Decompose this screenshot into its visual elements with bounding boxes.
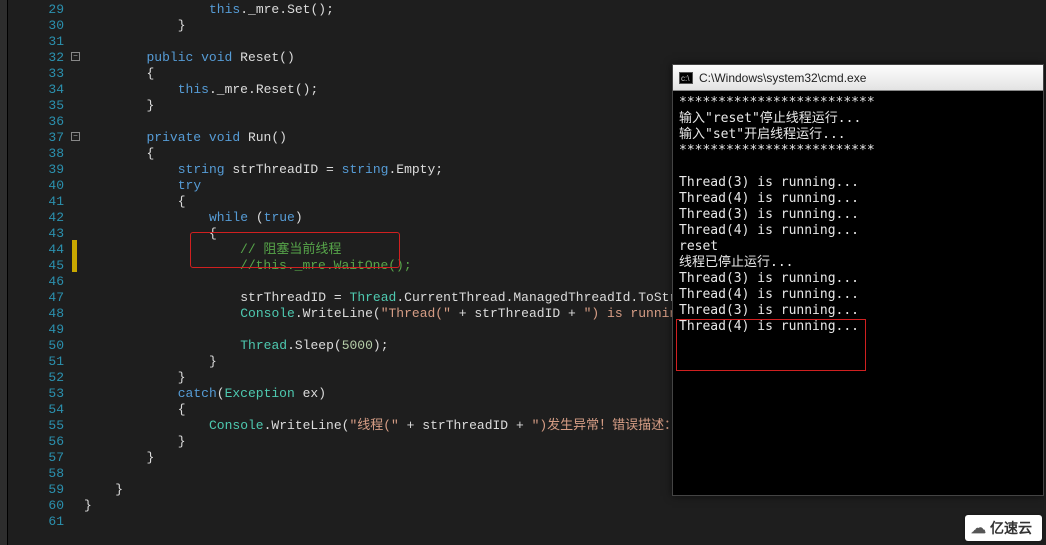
- marker-empty: [70, 80, 84, 96]
- line-number: 47: [8, 290, 70, 306]
- marker-empty: [70, 496, 84, 512]
- marker-empty: [70, 304, 84, 320]
- line-number: 56: [8, 434, 70, 450]
- line-number: 43: [8, 226, 70, 242]
- line-number: 52: [8, 370, 70, 386]
- line-number: 53: [8, 386, 70, 402]
- marker-empty: [70, 64, 84, 80]
- line-number: 44: [8, 242, 70, 258]
- line-number: 39: [8, 162, 70, 178]
- cloud-icon: ☁: [971, 519, 986, 537]
- marker-empty: [70, 16, 84, 32]
- left-rail: [0, 0, 8, 545]
- line-number: 57: [8, 450, 70, 466]
- line-number: 37−: [8, 130, 70, 146]
- line-number: 38: [8, 146, 70, 162]
- marker-empty: [70, 384, 84, 400]
- line-number: 41: [8, 194, 70, 210]
- line-number: 31: [8, 34, 70, 50]
- marker-empty: [70, 288, 84, 304]
- marker-empty: [70, 336, 84, 352]
- marker-empty: [70, 464, 84, 480]
- watermark: ☁ 亿速云: [965, 515, 1042, 541]
- line-number: 34: [8, 82, 70, 98]
- line-number: 30: [8, 18, 70, 34]
- line-number: 50: [8, 338, 70, 354]
- line-number: 33: [8, 66, 70, 82]
- marker-empty: [70, 368, 84, 384]
- line-number: 59: [8, 482, 70, 498]
- line-number: 42: [8, 210, 70, 226]
- marker-column: [70, 0, 84, 545]
- line-number: 29: [8, 2, 70, 18]
- marker-empty: [70, 448, 84, 464]
- marker-empty: [70, 176, 84, 192]
- console-output[interactable]: ************************* 输入"reset"停止线程运…: [673, 91, 1043, 339]
- line-number: 40: [8, 178, 70, 194]
- line-number: 51: [8, 354, 70, 370]
- line-number: 45: [8, 258, 70, 274]
- marker-empty: [70, 512, 84, 528]
- cmd-icon: c:\: [679, 72, 693, 84]
- code-line[interactable]: this._mre.Set();: [84, 2, 1046, 18]
- line-number: 60: [8, 498, 70, 514]
- line-number: 54: [8, 402, 70, 418]
- line-number: 48: [8, 306, 70, 322]
- line-number: 32−: [8, 50, 70, 66]
- code-line[interactable]: }: [84, 498, 1046, 514]
- line-number: 46: [8, 274, 70, 290]
- line-number: 49: [8, 322, 70, 338]
- marker-empty: [70, 160, 84, 176]
- marker-empty: [70, 432, 84, 448]
- change-marker: [72, 240, 77, 256]
- marker-empty: [70, 192, 84, 208]
- console-titlebar[interactable]: c:\ C:\Windows\system32\cmd.exe: [673, 65, 1043, 91]
- line-number: 55: [8, 418, 70, 434]
- code-line[interactable]: [84, 514, 1046, 530]
- marker-empty: [70, 400, 84, 416]
- marker-empty: [70, 416, 84, 432]
- console-window[interactable]: c:\ C:\Windows\system32\cmd.exe ********…: [672, 64, 1044, 496]
- marker-empty: [70, 144, 84, 160]
- marker-empty: [70, 96, 84, 112]
- change-marker: [72, 256, 77, 272]
- line-number-gutter: 29303132−3334353637−38394041424344454647…: [8, 0, 70, 545]
- line-number: 36: [8, 114, 70, 130]
- marker-empty: [70, 32, 84, 48]
- fold-toggle[interactable]: −: [71, 52, 80, 61]
- marker-empty: [70, 272, 84, 288]
- line-number: 61: [8, 514, 70, 530]
- marker-empty: [70, 112, 84, 128]
- marker-empty: [70, 320, 84, 336]
- marker-empty: [70, 0, 84, 16]
- marker-empty: [70, 352, 84, 368]
- fold-toggle[interactable]: −: [71, 132, 80, 141]
- line-number: 35: [8, 98, 70, 114]
- marker-empty: [70, 208, 84, 224]
- marker-empty: [70, 224, 84, 240]
- code-line[interactable]: [84, 34, 1046, 50]
- marker-empty: [70, 480, 84, 496]
- watermark-text: 亿速云: [990, 518, 1032, 538]
- code-line[interactable]: }: [84, 18, 1046, 34]
- console-title-text: C:\Windows\system32\cmd.exe: [699, 71, 866, 85]
- line-number: 58: [8, 466, 70, 482]
